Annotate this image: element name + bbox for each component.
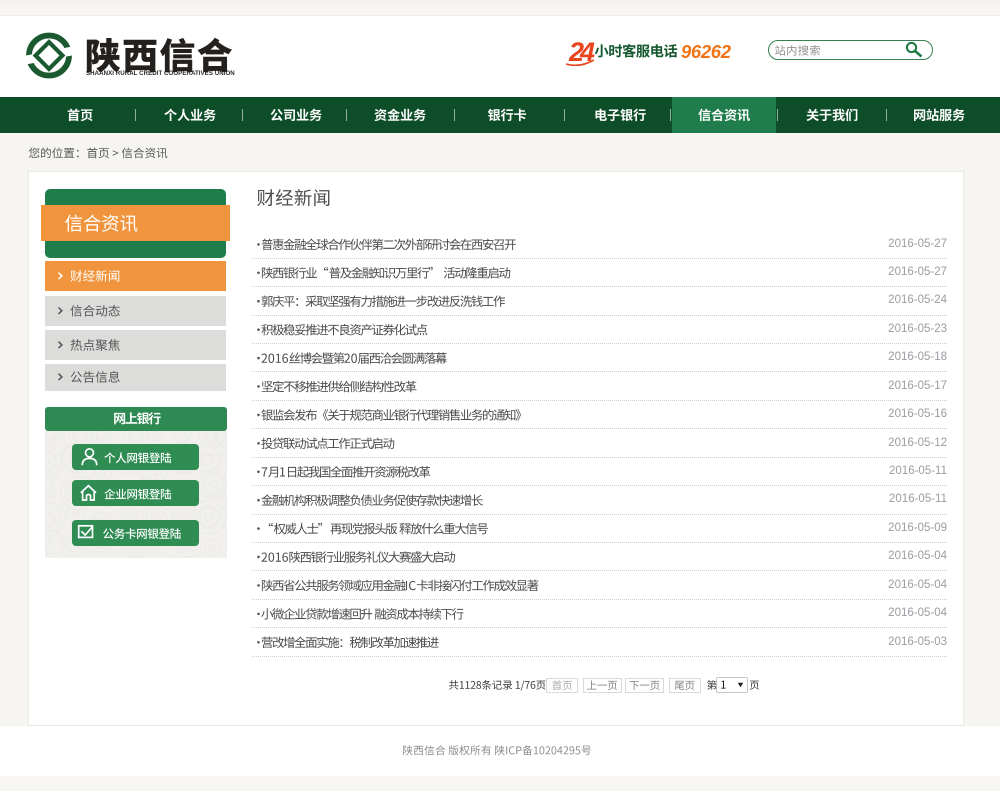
svg-text:96262: 96262 [681, 41, 732, 62]
svg-text:24: 24 [568, 37, 595, 67]
